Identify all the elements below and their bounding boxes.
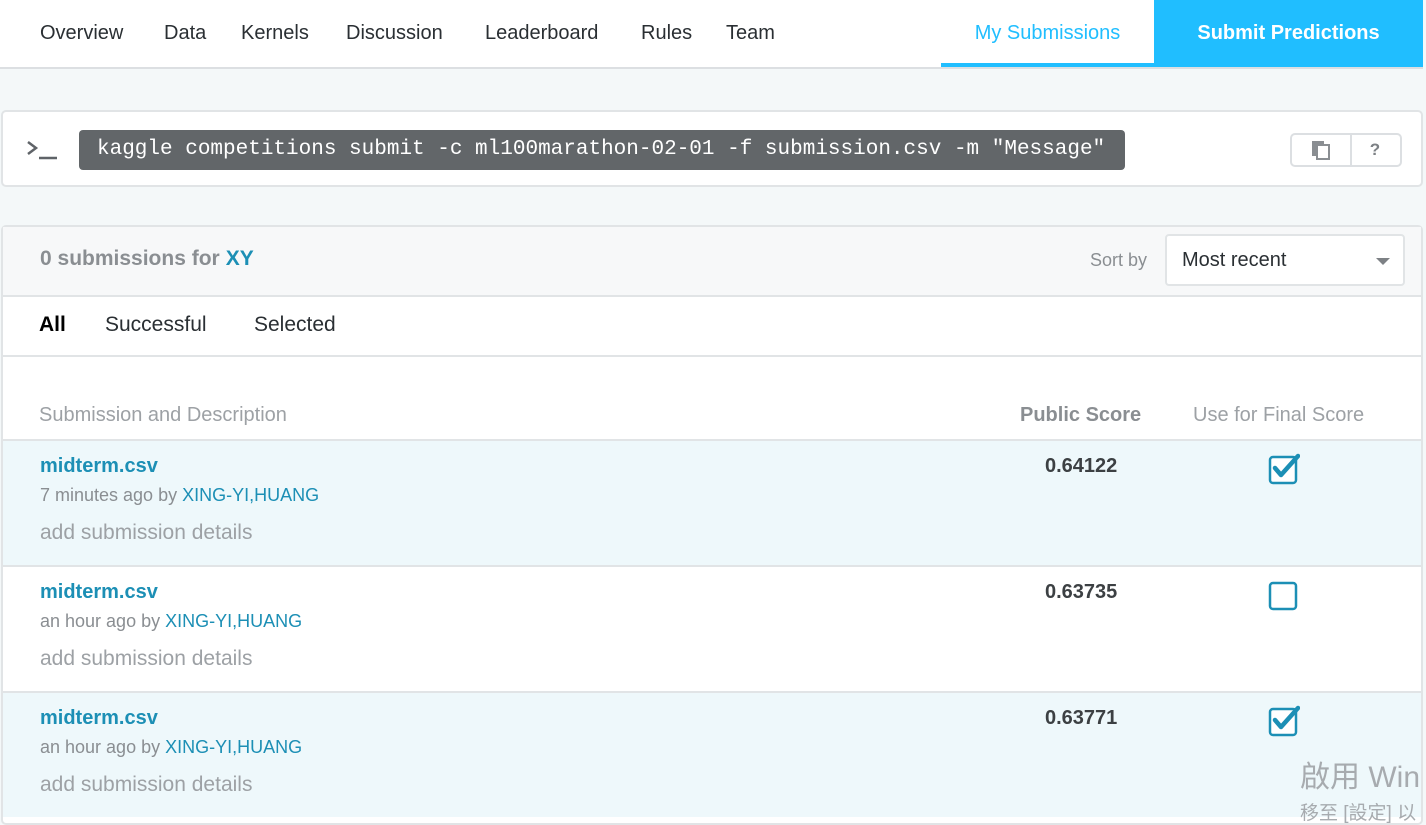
tab-my-submissions[interactable]: My Submissions xyxy=(941,0,1154,67)
sort-by-label: Sort by xyxy=(1090,250,1148,270)
final-score-checkbox-checked[interactable] xyxy=(1268,705,1300,737)
final-score-checkbox-checked[interactable] xyxy=(1268,453,1300,485)
column-header-final-score: Use for Final Score xyxy=(1193,404,1365,426)
submission-time: an hour ago by xyxy=(40,737,161,757)
column-header-public-score: Public Score xyxy=(1020,404,1142,426)
windows-activation-watermark: 啟用 Win 移至 [設定] 以 xyxy=(1300,752,1420,825)
tab-rules[interactable]: Rules xyxy=(641,0,692,66)
submission-row: midterm.csv an hour ago by XING-YI,HUANG… xyxy=(3,691,1421,817)
submission-count: 0 submissions for XY xyxy=(40,247,254,271)
add-details-link[interactable]: add submission details xyxy=(40,773,252,797)
tab-kernels[interactable]: Kernels xyxy=(241,0,309,66)
chevron-down-icon xyxy=(1376,258,1390,265)
submission-filters: All Successful Selected xyxy=(3,297,1421,357)
submission-meta: an hour ago by XING-YI,HUANG xyxy=(40,737,302,758)
submission-meta: an hour ago by XING-YI,HUANG xyxy=(40,611,302,632)
watermark-line-1: 啟用 Win xyxy=(1300,761,1420,794)
submission-user-link[interactable]: XING-YI,HUANG xyxy=(165,611,302,631)
watermark-line-2: 移至 [設定] 以 xyxy=(1300,803,1417,824)
submission-user-link[interactable]: XING-YI,HUANG xyxy=(182,485,319,505)
submission-row: midterm.csv 7 minutes ago by XING-YI,HUA… xyxy=(3,439,1421,565)
competition-nav: Overview Data Kernels Discussion Leaderb… xyxy=(0,0,1423,69)
sort-select-value: Most recent xyxy=(1182,249,1287,271)
tab-leaderboard[interactable]: Leaderboard xyxy=(485,0,598,66)
submission-file-link[interactable]: midterm.csv xyxy=(40,581,158,604)
submission-meta: 7 minutes ago by XING-YI,HUANG xyxy=(40,485,319,506)
public-score: 0.63771 xyxy=(1045,707,1118,729)
api-command-text[interactable]: kaggle competitions submit -c ml100marat… xyxy=(79,130,1125,170)
final-score-checkbox-unchecked[interactable] xyxy=(1268,579,1300,611)
api-command-card: kaggle competitions submit -c ml100marat… xyxy=(1,110,1423,187)
public-score: 0.63735 xyxy=(1045,581,1118,603)
submissions-header: 0 submissions for XY Sort by Most recent xyxy=(3,227,1421,297)
filter-successful[interactable]: Successful xyxy=(105,313,207,337)
team-name-link[interactable]: XY xyxy=(226,247,254,270)
tab-overview[interactable]: Overview xyxy=(40,0,123,66)
submission-file-link[interactable]: midterm.csv xyxy=(40,707,158,730)
add-details-link[interactable]: add submission details xyxy=(40,521,252,545)
copy-icon xyxy=(1312,141,1330,160)
tab-discussion[interactable]: Discussion xyxy=(346,0,443,66)
submit-predictions-button[interactable]: Submit Predictions xyxy=(1154,0,1423,67)
column-header-description: Submission and Description xyxy=(39,404,287,426)
submission-time: an hour ago by xyxy=(40,611,161,631)
command-button-group: ? xyxy=(1290,133,1402,167)
copy-command-button[interactable] xyxy=(1292,135,1352,165)
submission-row: midterm.csv an hour ago by XING-YI,HUANG… xyxy=(3,565,1421,691)
filter-all[interactable]: All xyxy=(39,313,66,337)
help-button[interactable]: ? xyxy=(1350,135,1400,165)
submission-count-text: 0 submissions for xyxy=(40,247,220,270)
terminal-prompt-icon xyxy=(27,141,57,160)
submission-user-link[interactable]: XING-YI,HUANG xyxy=(165,737,302,757)
add-details-link[interactable]: add submission details xyxy=(40,647,252,671)
public-score: 0.64122 xyxy=(1045,455,1118,477)
tab-team[interactable]: Team xyxy=(726,0,775,66)
tab-data[interactable]: Data xyxy=(164,0,206,66)
sort-select[interactable]: Most recent xyxy=(1165,234,1405,286)
submission-file-link[interactable]: midterm.csv xyxy=(40,455,158,478)
submissions-panel: 0 submissions for XY Sort by Most recent … xyxy=(1,225,1423,825)
filter-selected[interactable]: Selected xyxy=(254,313,336,337)
submission-time: 7 minutes ago by xyxy=(40,485,178,505)
